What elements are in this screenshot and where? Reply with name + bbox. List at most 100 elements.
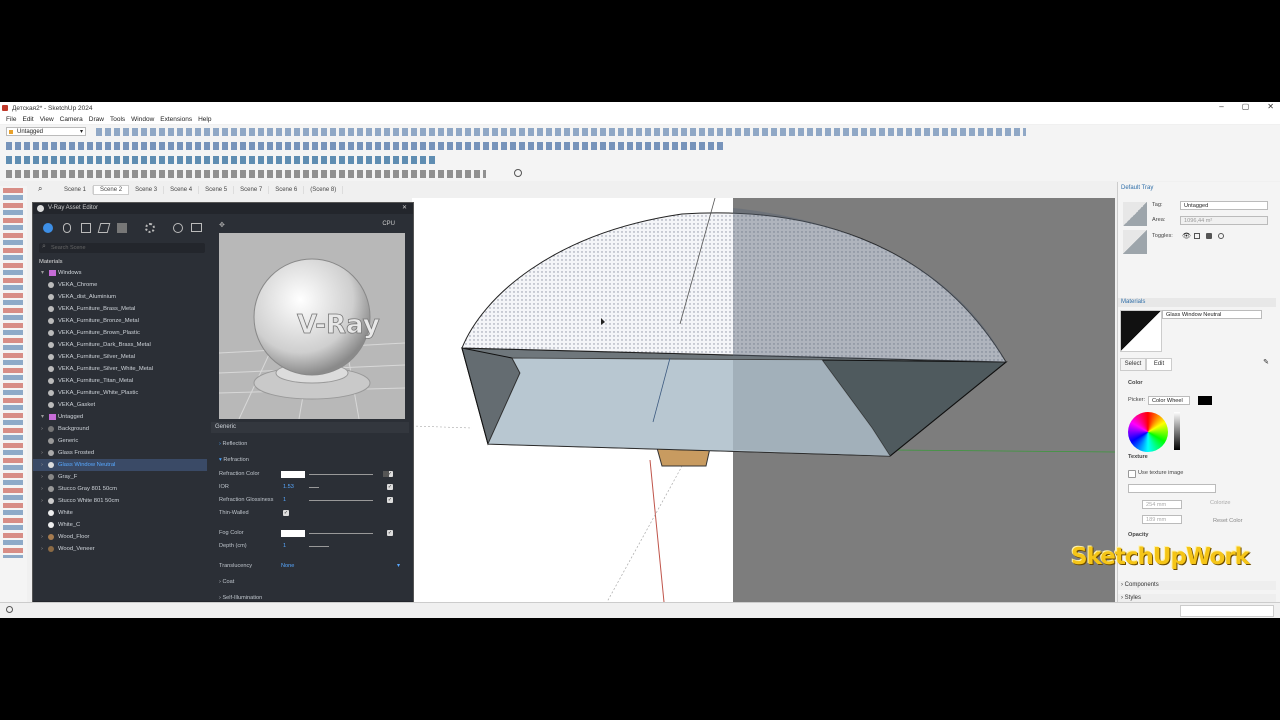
material-item[interactable]: VEKA_Furniture_Silver_White_Metal	[33, 363, 207, 375]
tab-scene-7[interactable]: Scene 7	[234, 186, 270, 194]
section-reflection[interactable]: › Reflection	[219, 441, 247, 447]
frame-buffer-icon[interactable]	[191, 223, 202, 232]
menu-tools[interactable]: Tools	[110, 116, 125, 123]
tag-selector[interactable]: Untagged ▾	[6, 127, 86, 136]
brightness-slider[interactable]	[1174, 412, 1180, 450]
left-toolbar-icons[interactable]	[3, 188, 23, 558]
color-wheel[interactable]	[1128, 412, 1168, 452]
texture-height-field[interactable]: 189 mm	[1142, 515, 1182, 524]
tab-scene-4[interactable]: Scene 4	[164, 186, 200, 194]
section-coat[interactable]: › Coat	[219, 579, 234, 585]
tab-scene-5[interactable]: Scene 5	[199, 186, 235, 194]
material-item[interactable]: › Stucco White 801 50cm	[33, 495, 207, 507]
settings-category-icon[interactable]	[145, 223, 155, 233]
material-item[interactable]: White	[33, 507, 207, 519]
material-item[interactable]: VEKA_Furniture_White_Plastic	[33, 387, 207, 399]
components-panel-header[interactable]: › Components	[1118, 581, 1276, 590]
geometry-category-icon[interactable]	[81, 223, 91, 233]
texture-width-field[interactable]: 254 mm	[1142, 500, 1182, 509]
translucency-dropdown[interactable]: None	[281, 563, 294, 569]
texture-slot-icon[interactable]	[383, 471, 389, 477]
fog-color-swatch[interactable]	[281, 530, 305, 537]
menu-camera[interactable]: Camera	[60, 116, 83, 123]
search-icon[interactable]: ⌕	[38, 184, 42, 194]
material-item[interactable]: VEKA_dist_Aluminium	[33, 291, 207, 303]
eyedropper-icon[interactable]: ✎	[1263, 358, 1269, 366]
ior-slider[interactable]	[309, 487, 319, 488]
material-item-selected[interactable]: › Glass Window Neutral	[33, 459, 207, 471]
menu-file[interactable]: File	[6, 116, 16, 123]
tab-scene-3[interactable]: Scene 3	[129, 186, 165, 194]
material-item[interactable]: VEKA_Gasket	[33, 399, 207, 411]
glossiness-value[interactable]: 1	[283, 497, 286, 503]
tab-edit[interactable]: Edit	[1146, 358, 1172, 371]
material-item[interactable]: VEKA_Furniture_Titan_Metal	[33, 375, 207, 387]
receive-shadow-toggle-icon[interactable]	[1218, 233, 1224, 239]
use-texture-checkbox[interactable]	[1128, 470, 1136, 478]
group-untagged[interactable]: ▾ Untagged	[33, 411, 207, 423]
colorize-label[interactable]: Colorize	[1210, 500, 1231, 506]
menu-extensions[interactable]: Extensions	[160, 116, 192, 123]
close-button[interactable]: ✕	[1267, 102, 1274, 111]
render-icon[interactable]	[173, 223, 183, 233]
picker-dropdown[interactable]: Color Wheel	[1148, 396, 1190, 405]
menu-window[interactable]: Window	[131, 116, 154, 123]
tab-scene-8[interactable]: (Scene 8)	[304, 186, 344, 194]
tab-scene-1[interactable]: Scene 1	[58, 186, 94, 194]
tab-scene-6[interactable]: Scene 6	[269, 186, 305, 194]
layers-category-icon[interactable]	[97, 223, 111, 233]
refraction-color-swatch[interactable]	[281, 471, 305, 478]
material-item[interactable]: White_C	[33, 519, 207, 531]
material-item[interactable]: VEKA_Chrome	[33, 279, 207, 291]
group-windows[interactable]: ▾ Windows	[33, 267, 207, 279]
toolbar-icons-row-1[interactable]	[96, 128, 1026, 136]
vray-close-icon[interactable]: ✕	[402, 203, 407, 214]
maximize-button[interactable]: ▢	[1242, 102, 1250, 111]
material-item[interactable]: › Wood_Floor	[33, 531, 207, 543]
ior-checkbox[interactable]: ✓	[387, 484, 393, 490]
glossiness-slider[interactable]	[309, 500, 373, 501]
material-item[interactable]: VEKA_Furniture_Dark_Brass_Metal	[33, 339, 207, 351]
minimize-button[interactable]: –	[1219, 102, 1223, 111]
thin-walled-checkbox[interactable]: ✓	[283, 510, 289, 516]
tab-select[interactable]: Select	[1120, 358, 1146, 371]
reset-color-button[interactable]: Reset Color	[1213, 518, 1243, 524]
visibility-toggle-icon[interactable]: 👁	[1182, 232, 1191, 240]
material-item[interactable]: VEKA_Furniture_Brass_Metal	[33, 303, 207, 315]
material-item[interactable]: › Wood_Veneer	[33, 543, 207, 555]
textures-category-icon[interactable]	[117, 223, 127, 233]
material-item[interactable]: VEKA_Furniture_Brown_Plastic	[33, 327, 207, 339]
tab-scene-2[interactable]: Scene 2	[93, 185, 130, 195]
glossiness-checkbox[interactable]: ✓	[387, 497, 393, 503]
fog-color-slider[interactable]	[309, 533, 373, 534]
depth-slider[interactable]	[309, 546, 329, 547]
menu-edit[interactable]: Edit	[22, 116, 33, 123]
model-viewport[interactable]	[412, 198, 1115, 602]
preview-icon[interactable]: ✥	[219, 221, 225, 229]
material-item[interactable]: › Glass Frosted	[33, 447, 207, 459]
toolbar-icons-row-4[interactable]	[6, 170, 486, 178]
sync-icon[interactable]	[514, 169, 522, 177]
materials-category-icon[interactable]	[43, 223, 53, 233]
render-mode-label[interactable]: CPU	[382, 221, 395, 227]
tag-dropdown[interactable]: Untagged	[1180, 201, 1268, 210]
depth-value[interactable]: 1	[283, 543, 286, 549]
ior-value[interactable]: 1.53	[283, 484, 294, 490]
shadow-toggle-icon[interactable]	[1206, 233, 1212, 239]
lock-toggle-icon[interactable]	[1194, 233, 1200, 239]
material-item[interactable]: Generic	[33, 435, 207, 447]
texture-path-field[interactable]	[1128, 484, 1216, 493]
menu-view[interactable]: View	[40, 116, 54, 123]
material-item[interactable]: › Stucco Gray 801 50cm	[33, 483, 207, 495]
materials-panel-header[interactable]: Materials	[1118, 298, 1276, 307]
material-item[interactable]: › Background	[33, 423, 207, 435]
refraction-color-slider[interactable]	[309, 474, 373, 475]
toolbar-icons-row-3[interactable]	[6, 156, 436, 164]
fog-color-checkbox[interactable]: ✓	[387, 530, 393, 536]
model-canvas[interactable]	[412, 198, 1115, 602]
material-item[interactable]: › Gray_F	[33, 471, 207, 483]
menu-draw[interactable]: Draw	[89, 116, 104, 123]
lights-category-icon[interactable]	[63, 223, 71, 233]
menu-help[interactable]: Help	[198, 116, 211, 123]
material-item[interactable]: VEKA_Furniture_Bronze_Metal	[33, 315, 207, 327]
